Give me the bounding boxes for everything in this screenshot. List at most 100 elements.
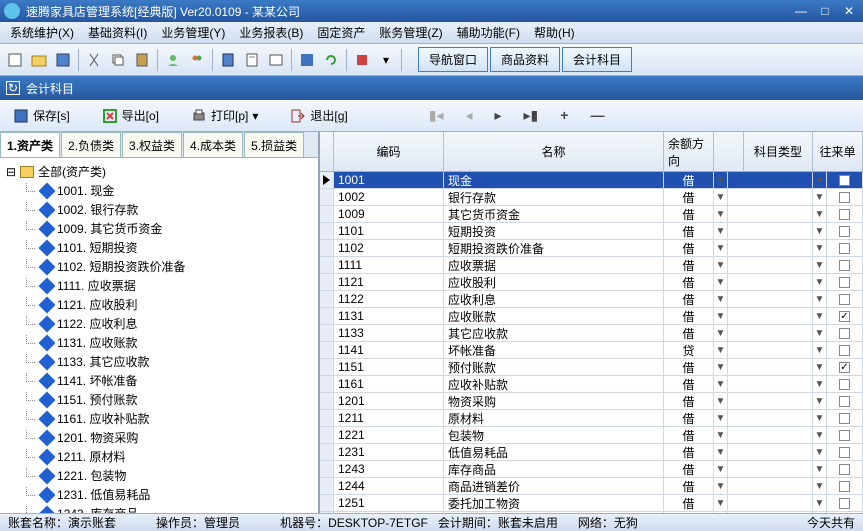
- type-dropdown-icon[interactable]: ▼: [813, 308, 827, 324]
- type-dropdown-icon[interactable]: ▼: [813, 223, 827, 239]
- type-dropdown-icon[interactable]: ▼: [813, 342, 827, 358]
- menu-report[interactable]: 业务报表(B): [233, 22, 309, 43]
- dir-dropdown-icon[interactable]: ▼: [714, 206, 728, 222]
- cell-type[interactable]: [728, 512, 813, 513]
- cell-dir[interactable]: 借: [664, 410, 714, 426]
- tab-equity[interactable]: 3.权益类: [122, 132, 182, 157]
- tool-users-icon[interactable]: [186, 49, 208, 71]
- table-row[interactable]: 1244商品进销差价借▼▼: [320, 478, 863, 495]
- table-row[interactable]: 1009其它货币资金借▼▼: [320, 206, 863, 223]
- col-dir[interactable]: 余额方向: [664, 132, 714, 171]
- dir-dropdown-icon[interactable]: ▼: [714, 342, 728, 358]
- cell-name[interactable]: 委托加工物资: [444, 495, 664, 511]
- close-button[interactable]: ✕: [839, 3, 859, 19]
- cell-ref[interactable]: [827, 461, 863, 477]
- cell-ref[interactable]: [827, 206, 863, 222]
- tree-item[interactable]: 1001. 现金: [0, 181, 318, 200]
- cell-dir[interactable]: 借: [664, 206, 714, 222]
- dir-dropdown-icon[interactable]: ▼: [714, 512, 728, 513]
- cell-ref[interactable]: [827, 512, 863, 513]
- type-dropdown-icon[interactable]: ▼: [813, 444, 827, 460]
- tool-paste-icon[interactable]: [131, 49, 153, 71]
- cell-name[interactable]: 预付账款: [444, 359, 664, 375]
- cell-code[interactable]: 1111: [334, 257, 444, 273]
- dir-dropdown-icon[interactable]: ▼: [714, 376, 728, 392]
- cell-code[interactable]: 1243: [334, 461, 444, 477]
- cell-type[interactable]: [728, 189, 813, 205]
- cell-dir[interactable]: 借: [664, 376, 714, 392]
- col-code[interactable]: 编码: [334, 132, 444, 171]
- print-button[interactable]: 打印[p] ▾: [184, 104, 265, 127]
- tree-item[interactable]: 1002. 银行存款: [0, 200, 318, 219]
- table-row[interactable]: 1141坏帐准备贷▼▼: [320, 342, 863, 359]
- type-dropdown-icon[interactable]: ▼: [813, 393, 827, 409]
- tree-item[interactable]: 1141. 坏帐准备: [0, 371, 318, 390]
- checkbox[interactable]: [839, 294, 850, 305]
- cell-code[interactable]: 1001: [334, 172, 444, 188]
- cell-dir[interactable]: 借: [664, 291, 714, 307]
- cell-type[interactable]: [728, 444, 813, 460]
- nav-remove-icon[interactable]: —: [590, 107, 604, 124]
- cell-name[interactable]: 低值易耗品: [444, 444, 664, 460]
- cell-code[interactable]: 1161: [334, 376, 444, 392]
- tab-loss[interactable]: 5.损益类: [244, 132, 304, 157]
- checkbox[interactable]: [839, 447, 850, 458]
- type-dropdown-icon[interactable]: ▼: [813, 172, 827, 188]
- dir-dropdown-icon[interactable]: ▼: [714, 393, 728, 409]
- table-row[interactable]: 1251委托加工物资借▼▼: [320, 495, 863, 512]
- tree-item[interactable]: 1009. 其它货币资金: [0, 219, 318, 238]
- cell-type[interactable]: [728, 291, 813, 307]
- cell-ref[interactable]: [827, 495, 863, 511]
- cell-ref[interactable]: [827, 444, 863, 460]
- cell-type[interactable]: [728, 308, 813, 324]
- checkbox[interactable]: [839, 226, 850, 237]
- table-row[interactable]: 1243库存商品借▼▼: [320, 461, 863, 478]
- data-grid[interactable]: 1001现金借▼▼1002银行存款借▼▼1009其它货币资金借▼▼1101短期投…: [320, 172, 863, 513]
- cell-name[interactable]: 应收补贴款: [444, 376, 664, 392]
- cell-name[interactable]: 包装物: [444, 427, 664, 443]
- cell-name[interactable]: 库存商品: [444, 461, 664, 477]
- cell-dir[interactable]: 借: [664, 223, 714, 239]
- cell-code[interactable]: 1141: [334, 342, 444, 358]
- dir-dropdown-icon[interactable]: ▼: [714, 325, 728, 341]
- cell-ref[interactable]: [827, 257, 863, 273]
- menu-aux[interactable]: 辅助功能(F): [451, 22, 526, 43]
- checkbox[interactable]: [839, 379, 850, 390]
- cell-ref[interactable]: [827, 342, 863, 358]
- cell-dir[interactable]: 借: [664, 495, 714, 511]
- cell-dir[interactable]: 借: [664, 325, 714, 341]
- cell-type[interactable]: [728, 359, 813, 375]
- cell-ref[interactable]: [827, 223, 863, 239]
- checkbox[interactable]: [839, 464, 850, 475]
- checkbox[interactable]: [839, 243, 850, 254]
- type-dropdown-icon[interactable]: ▼: [813, 376, 827, 392]
- cell-ref[interactable]: ✓: [827, 308, 863, 324]
- cell-dir[interactable]: 贷: [664, 342, 714, 358]
- dir-dropdown-icon[interactable]: ▼: [714, 478, 728, 494]
- col-ref[interactable]: 往来单: [813, 132, 863, 171]
- cell-name[interactable]: 应收股利: [444, 274, 664, 290]
- table-row[interactable]: 1131应收账款借▼▼✓: [320, 308, 863, 325]
- cell-name[interactable]: 其它货币资金: [444, 206, 664, 222]
- cell-code[interactable]: 1221: [334, 427, 444, 443]
- tool-more-icon[interactable]: ▾: [375, 49, 397, 71]
- minimize-button[interactable]: —: [791, 3, 811, 19]
- col-type[interactable]: 科目类型: [744, 132, 813, 171]
- col-name[interactable]: 名称: [444, 132, 664, 171]
- cell-ref[interactable]: [827, 410, 863, 426]
- dir-dropdown-icon[interactable]: ▼: [714, 461, 728, 477]
- cell-dir[interactable]: 借: [664, 240, 714, 256]
- type-dropdown-icon[interactable]: ▼: [813, 410, 827, 426]
- cell-type[interactable]: [728, 223, 813, 239]
- type-dropdown-icon[interactable]: ▼: [813, 478, 827, 494]
- cell-name[interactable]: 应收账款: [444, 308, 664, 324]
- checkbox[interactable]: [839, 413, 850, 424]
- dir-dropdown-icon[interactable]: ▼: [714, 257, 728, 273]
- cell-name[interactable]: 现金: [444, 172, 664, 188]
- cell-name[interactable]: 坏帐准备: [444, 342, 664, 358]
- cell-ref[interactable]: [827, 376, 863, 392]
- cell-dir[interactable]: 借: [664, 308, 714, 324]
- dir-dropdown-icon[interactable]: ▼: [714, 189, 728, 205]
- cell-type[interactable]: [728, 274, 813, 290]
- export-button[interactable]: 导出[o]: [95, 104, 166, 127]
